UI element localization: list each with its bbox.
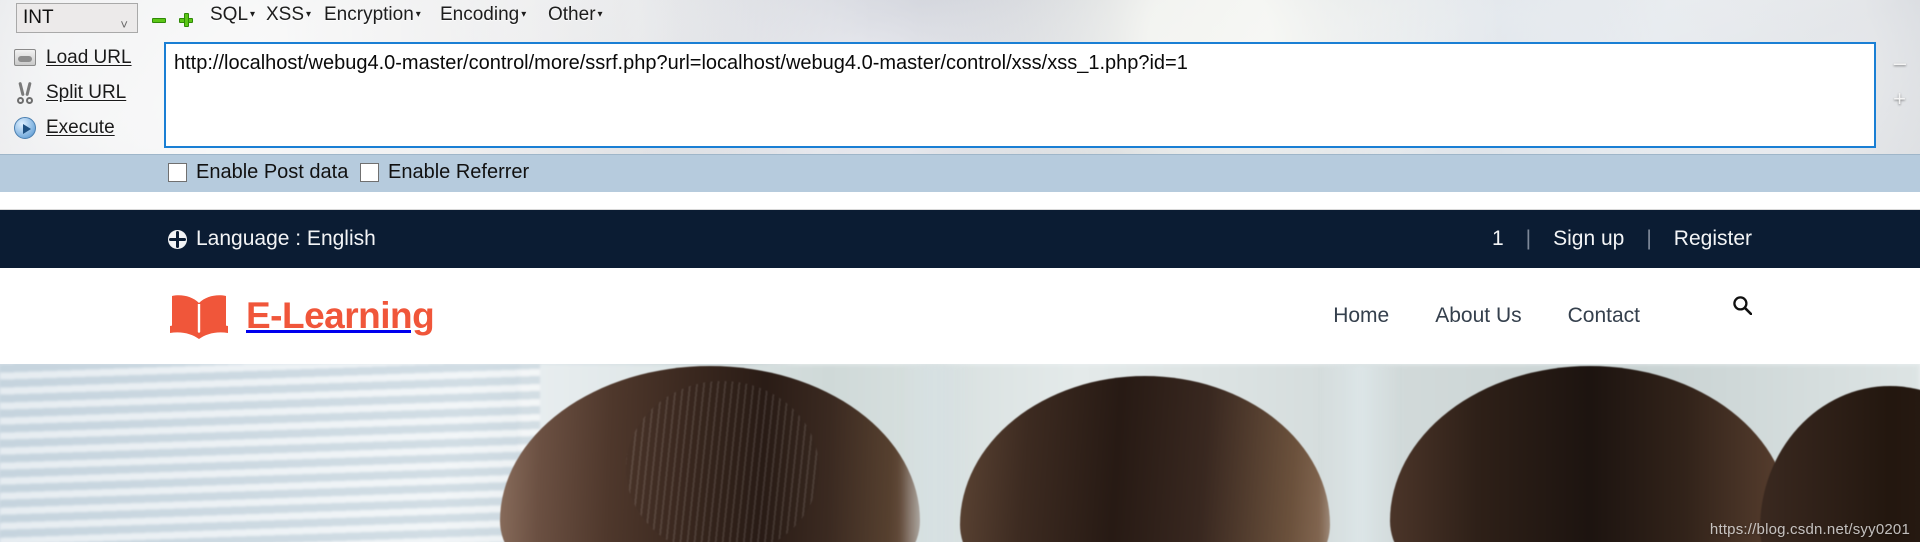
search-icon[interactable]: [1732, 295, 1753, 316]
chevron-down-icon: ▾: [597, 9, 603, 20]
menu-sql-label: SQL: [210, 4, 249, 25]
language-selector[interactable]: Language : English: [168, 227, 376, 251]
chevron-down-icon: ▾: [521, 9, 527, 20]
main-nav: Home About Us Contact: [1333, 295, 1753, 337]
split-url-icon: [10, 80, 40, 106]
globe-icon: [168, 229, 187, 249]
separator: |: [1525, 227, 1532, 250]
mode-select-value: INT: [23, 7, 54, 28]
language-label: Language : English: [196, 227, 376, 250]
hero-gap: [1320, 364, 1400, 542]
menu-encryption[interactable]: Encryption ▾: [324, 4, 421, 26]
load-url-button[interactable]: Load URL: [10, 40, 160, 75]
hackbar-action-list: Load URL Split URL Execute: [10, 40, 160, 145]
separator: |: [1646, 227, 1652, 250]
watermark: https://blog.csdn.net/syy0201: [1709, 521, 1910, 538]
page-top-gap: [0, 192, 1920, 210]
load-url-label: Load URL: [46, 46, 132, 68]
zoom-in-button[interactable]: +: [1893, 88, 1906, 110]
brand-logo[interactable]: E-Learning: [168, 292, 435, 340]
menu-sql[interactable]: SQL ▾: [210, 4, 255, 26]
chevron-down-icon: ▾: [415, 9, 421, 20]
menu-other[interactable]: Other ▾: [548, 4, 603, 26]
nav-item-home[interactable]: Home: [1333, 304, 1389, 328]
chevron-down-icon: ˅: [120, 17, 128, 32]
split-url-label: Split URL: [46, 81, 127, 103]
brand-name: E-Learning: [246, 295, 435, 336]
hackbar-toolbar: INT ˅ SQL ▾ XSS ▾ Encryption ▾ Encoding ▾ Ot…: [0, 0, 1920, 192]
topbar-account-links: 1 | Sign up | Register: [1492, 227, 1752, 251]
checkbox-box[interactable]: [168, 163, 187, 182]
notification-count[interactable]: 1: [1492, 227, 1504, 251]
chevron-down-icon: ▾: [306, 9, 312, 20]
hero-window-blinds: [0, 364, 540, 542]
enable-referrer-label: Enable Referrer: [388, 161, 530, 183]
menu-xss-label: XSS: [266, 4, 305, 25]
url-input[interactable]: http://localhost/webug4.0-master/control…: [164, 42, 1876, 148]
plus-icon[interactable]: [179, 13, 193, 27]
menu-encryption-label: Encryption: [324, 4, 414, 25]
load-url-icon: [10, 45, 40, 71]
menu-encoding-label: Encoding: [440, 4, 520, 25]
hero-banner-image: https://blog.csdn.net/syy0201: [0, 364, 1920, 542]
chevron-down-icon: ▾: [250, 9, 256, 20]
execute-icon: [10, 115, 40, 141]
enable-post-data-checkbox[interactable]: Enable Post data: [168, 161, 348, 184]
enable-referrer-checkbox[interactable]: Enable Referrer: [360, 161, 529, 184]
register-link[interactable]: Register: [1674, 227, 1752, 251]
hackbar-options-bar: Enable Post data Enable Referrer: [0, 154, 1920, 192]
sign-up-link[interactable]: Sign up: [1553, 227, 1624, 251]
nav-item-contact[interactable]: Contact: [1568, 304, 1640, 328]
checkbox-box[interactable]: [360, 163, 379, 182]
enable-post-data-label: Enable Post data: [196, 161, 349, 183]
split-url-button[interactable]: Split URL: [10, 75, 160, 110]
execute-button[interactable]: Execute: [10, 110, 160, 145]
menu-xss[interactable]: XSS ▾: [266, 4, 311, 26]
nav-item-about-us[interactable]: About Us: [1435, 304, 1521, 328]
open-book-icon: [168, 292, 230, 340]
zoom-out-button[interactable]: –: [1894, 52, 1906, 74]
site-header: E-Learning Home About Us Contact: [0, 268, 1920, 364]
menu-other-label: Other: [548, 4, 596, 25]
minus-icon[interactable]: [152, 13, 166, 27]
site-topbar: Language : English 1 | Sign up | Registe…: [0, 210, 1920, 268]
mode-select[interactable]: INT ˅: [16, 3, 138, 33]
menu-encoding[interactable]: Encoding ▾: [440, 4, 526, 26]
hackbar-menu-bar: INT ˅ SQL ▾ XSS ▾ Encryption ▾ Encoding ▾ Ot…: [0, 0, 1920, 38]
execute-label: Execute: [46, 116, 115, 138]
